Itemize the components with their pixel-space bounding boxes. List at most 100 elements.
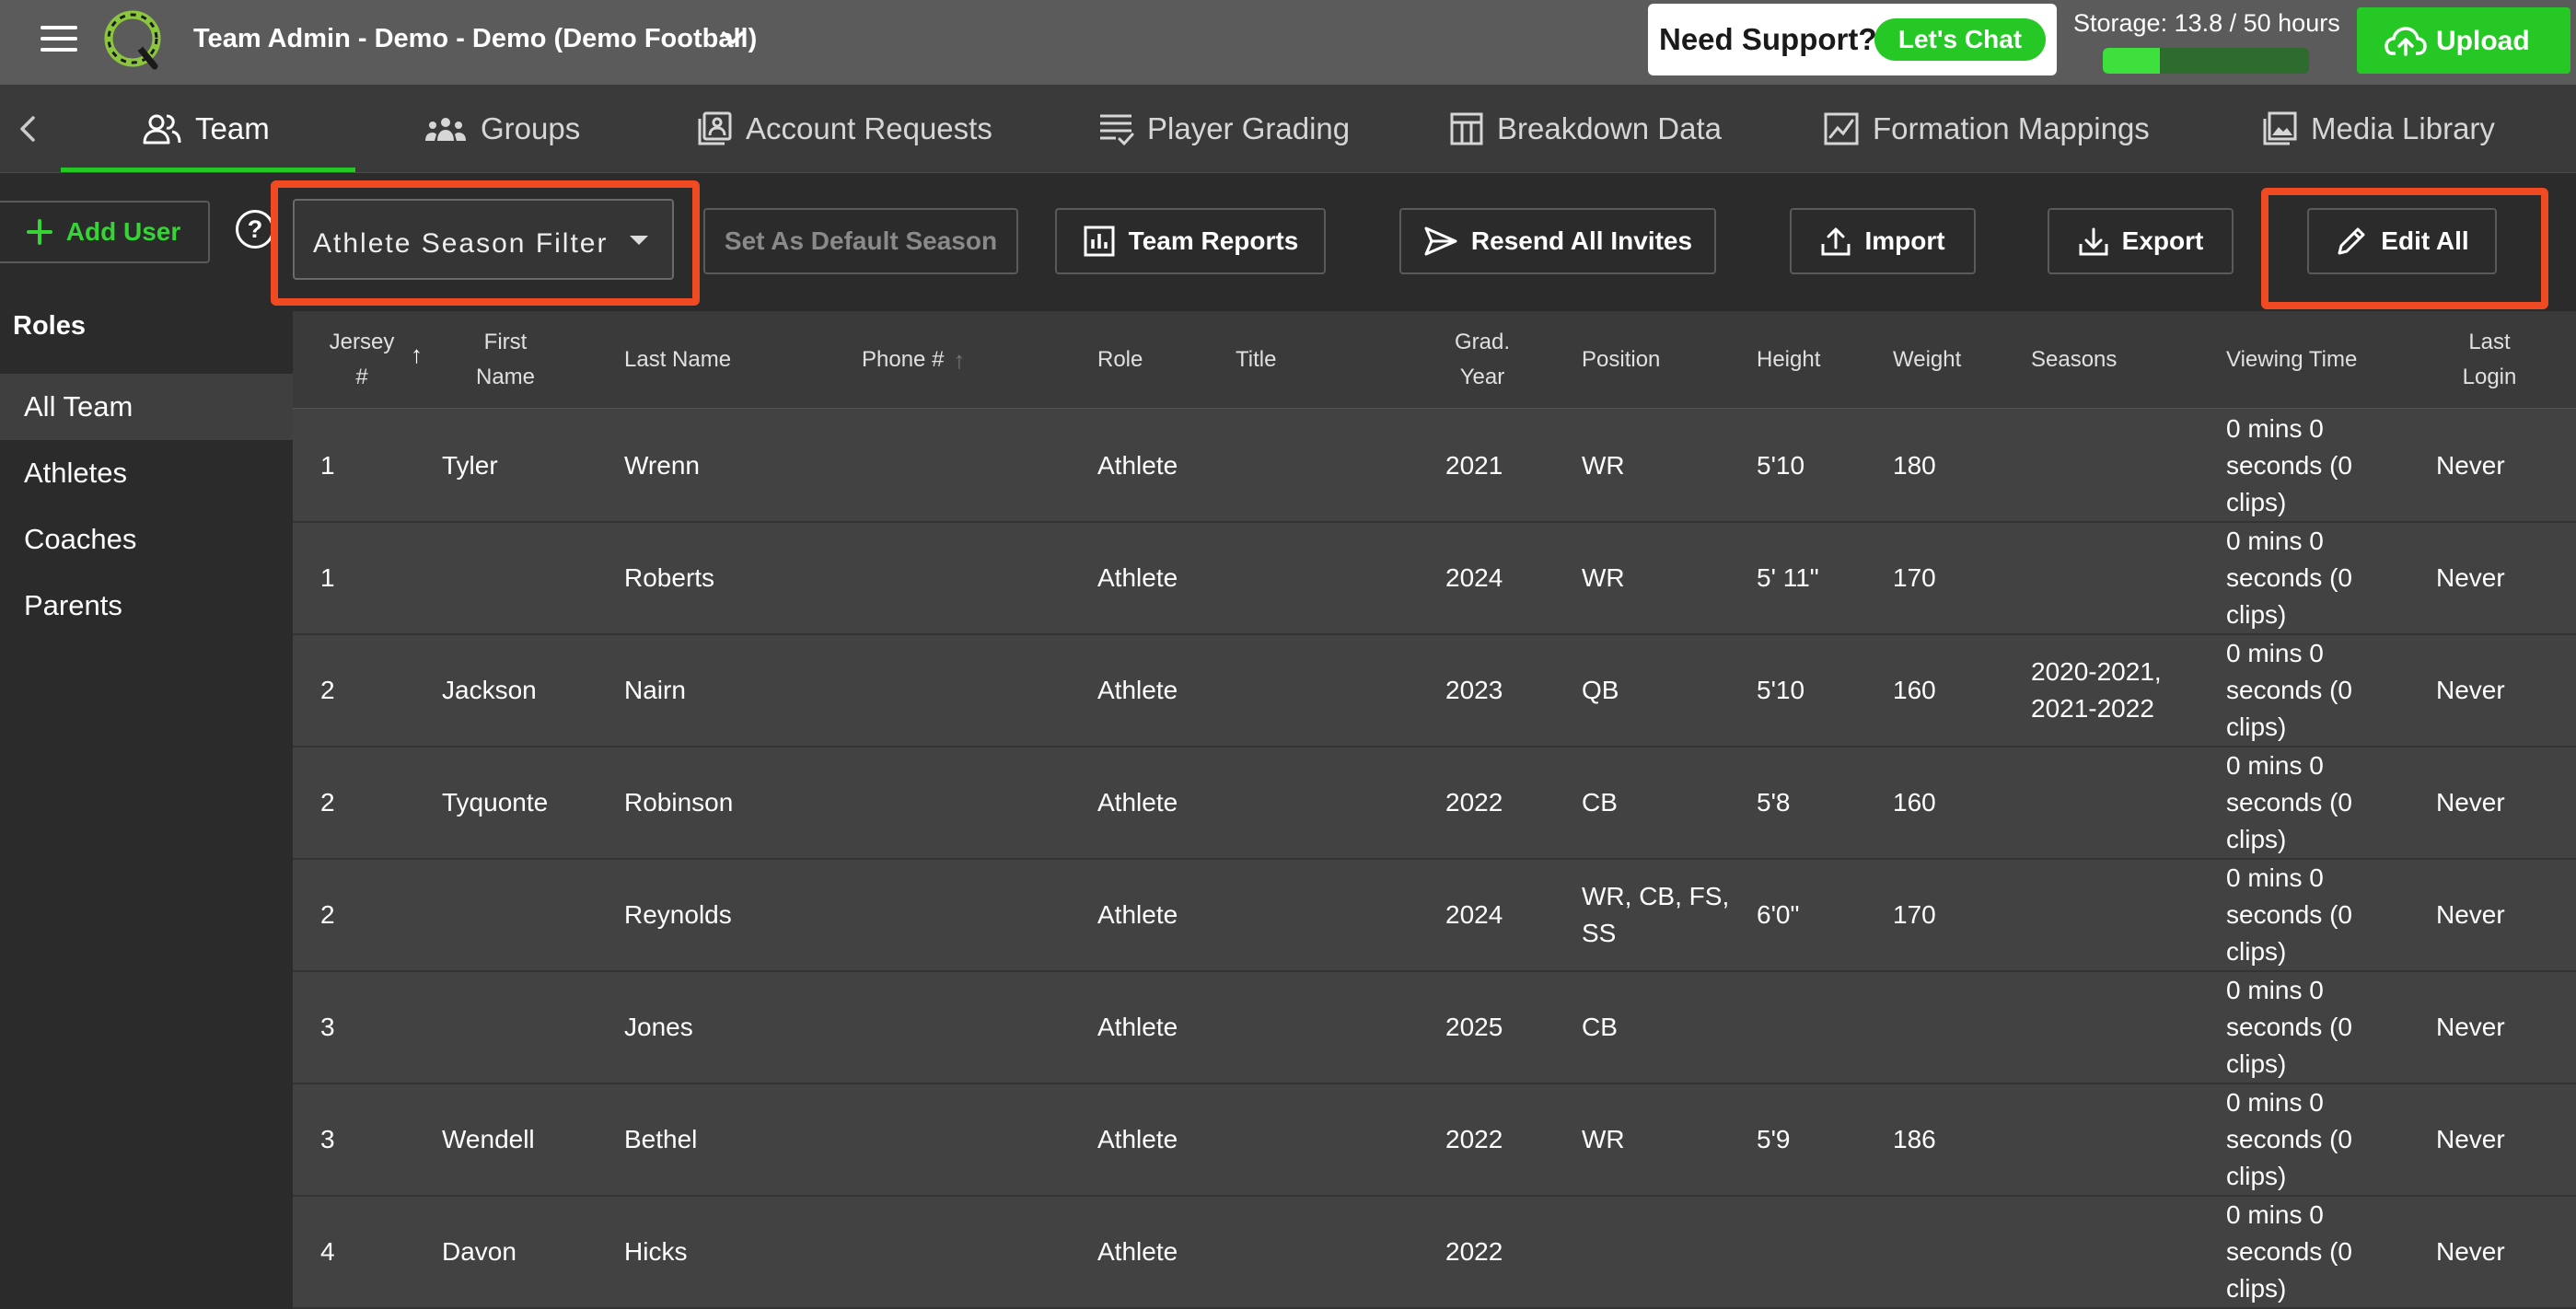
table-row[interactable]: 4 Davon Hicks Athlete 2022 0 mins 0 seconds (… — [293, 1197, 2576, 1309]
cell-title — [1236, 747, 1420, 858]
column-header-viewing-time[interactable]: Viewing Time — [2226, 311, 2357, 409]
tab-bar: Team Groups Account Requests Player Grad… — [0, 85, 2576, 173]
table-row[interactable]: 3 Wendell Bethel Athlete 2022 WR 5'9 186 0 mins … — [293, 1084, 2576, 1197]
cell-last: Wrenn — [624, 451, 700, 480]
edit-all-highlight — [2261, 188, 2548, 309]
help-icon[interactable]: ? — [236, 210, 274, 249]
cell-last: Hicks — [624, 1237, 688, 1266]
cell-role: Athlete — [1097, 1237, 1178, 1266]
table-row[interactable]: 2 Jackson Nairn Athlete 2023 QB 5'10 160 2020-20… — [293, 635, 2576, 747]
column-header-last-login[interactable]: Last Login — [2443, 311, 2535, 409]
cell-weight: 160 — [1893, 788, 1936, 817]
cell-first: Wendell — [442, 1125, 535, 1153]
app-logo-icon[interactable] — [101, 7, 164, 70]
column-header-label: Phone # — [862, 347, 945, 372]
sort-ascending-icon[interactable]: ↑ — [411, 341, 423, 369]
cell-title — [1236, 523, 1420, 633]
plus-icon — [26, 219, 52, 245]
column-header-position[interactable]: Position — [1582, 311, 1660, 409]
cell-title — [1236, 972, 1420, 1083]
cell-phone — [862, 1084, 1083, 1195]
column-header-seasons[interactable]: Seasons — [2031, 311, 2117, 409]
cell-viewing: 0 mins 0 seconds (0 clips) — [2226, 1200, 2352, 1303]
tab-formation-mappings[interactable]: Formation Mappings — [1823, 85, 2150, 173]
cell-jersey: 3 — [320, 1013, 335, 1041]
table-row[interactable]: 1 Roberts Athlete 2024 WR 5' 11" 170 0 mins 0 s… — [293, 523, 2576, 635]
sidebar-item-athletes[interactable]: Athletes — [0, 440, 293, 506]
groups-icon — [425, 118, 466, 141]
cell-login: Never — [2436, 1125, 2505, 1153]
add-user-button[interactable]: Add User — [0, 201, 210, 263]
storage-progress-bar — [2103, 48, 2309, 74]
cell-viewing: 0 mins 0 seconds (0 clips) — [2226, 414, 2352, 516]
column-header-grad-year[interactable]: Grad. Year — [1445, 311, 1519, 409]
chevron-left-icon[interactable] — [17, 112, 39, 145]
cell-position: QB — [1582, 676, 1619, 704]
import-button[interactable]: Import — [1790, 208, 1976, 274]
tab-label: Breakdown Data — [1497, 111, 1722, 145]
tab-breakdown-data[interactable]: Breakdown Data — [1449, 85, 1722, 173]
team-reports-button[interactable]: Team Reports — [1055, 208, 1326, 274]
tab-team[interactable]: Team — [142, 85, 270, 173]
cell-grad: 2021 — [1445, 451, 1503, 480]
cell-weight — [1893, 972, 2022, 1083]
column-header-label: Height — [1757, 347, 1821, 372]
cell-role: Athlete — [1097, 1013, 1178, 1041]
export-button[interactable]: Export — [2048, 208, 2234, 274]
chevron-down-icon[interactable] — [720, 28, 746, 50]
cell-role: Athlete — [1097, 676, 1178, 704]
cell-jersey: 2 — [320, 676, 335, 704]
cell-last: Bethel — [624, 1125, 698, 1153]
cell-weight: 180 — [1893, 451, 1936, 480]
add-user-label: Add User — [65, 217, 181, 246]
column-header-weight[interactable]: Weight — [1893, 311, 1961, 409]
upload-button[interactable]: Upload — [2357, 7, 2570, 74]
resend-invites-label: Resend All Invites — [1470, 226, 1693, 255]
table-row[interactable]: 2 Tyquonte Robinson Athlete 2022 CB 5'8 160 0 mi… — [293, 747, 2576, 860]
column-header-phone[interactable]: Phone # ↑ — [862, 311, 965, 409]
sort-icon[interactable]: ↑ — [953, 342, 965, 377]
column-header-height[interactable]: Height — [1757, 311, 1820, 409]
table-row[interactable]: 1 Tyler Wrenn Athlete 2021 WR 5'10 180 0 mins 0 … — [293, 411, 2576, 523]
cell-last: Robinson — [624, 788, 734, 817]
tab-account-requests[interactable]: Account Requests — [696, 85, 992, 173]
team-selector-title[interactable]: Team Admin - Demo - Demo (Demo Football) — [193, 24, 757, 54]
sidebar-item-parents[interactable]: Parents — [0, 573, 293, 639]
cell-login: Never — [2436, 676, 2505, 704]
tab-label: Formation Mappings — [1873, 111, 2150, 145]
tab-media-library[interactable]: Media Library — [2261, 85, 2495, 173]
cell-role: Athlete — [1097, 1125, 1178, 1153]
column-header-last-name[interactable]: Last Name — [624, 311, 731, 409]
sidebar-item-coaches[interactable]: Coaches — [0, 506, 293, 573]
media-icon — [2263, 111, 2297, 145]
column-header-role[interactable]: Role — [1097, 311, 1143, 409]
active-tab-indicator — [61, 168, 355, 172]
cell-viewing: 0 mins 0 seconds (0 clips) — [2226, 863, 2352, 966]
sidebar-item-all-team[interactable]: All Team — [0, 374, 293, 440]
upload-icon — [1821, 227, 1851, 256]
set-default-season-button[interactable]: Set As Default Season — [703, 208, 1018, 274]
cell-jersey: 1 — [320, 451, 335, 480]
cell-seasons — [2031, 972, 2215, 1083]
cell-weight: 170 — [1893, 563, 1936, 592]
cell-position: WR — [1582, 451, 1625, 480]
cell-first: Jackson — [442, 676, 537, 704]
cell-position — [1582, 1197, 1747, 1307]
account-requests-icon — [698, 111, 732, 145]
tab-groups[interactable]: Groups — [424, 85, 580, 173]
cell-role: Athlete — [1097, 451, 1178, 480]
team-table: Jersey # ↑ First Name Last Name Phone # … — [293, 311, 2576, 1309]
tab-player-grading[interactable]: Player Grading — [1097, 85, 1350, 173]
table-row[interactable]: 3 Jones Athlete 2025 CB 0 mins 0 seconds (0 c… — [293, 972, 2576, 1084]
team-icon — [143, 114, 181, 145]
lets-chat-button[interactable]: Let's Chat — [1874, 18, 2046, 61]
cell-viewing: 0 mins 0 seconds (0 clips) — [2226, 1088, 2352, 1190]
resend-all-invites-button[interactable]: Resend All Invites — [1399, 208, 1716, 274]
hamburger-menu-icon[interactable] — [41, 26, 77, 57]
cell-role: Athlete — [1097, 788, 1178, 817]
column-header-title[interactable]: Title — [1236, 311, 1276, 409]
cell-first — [442, 972, 598, 1083]
column-header-first-name[interactable]: First Name — [464, 311, 547, 409]
table-row[interactable]: 2 Reynolds Athlete 2024 WR, CB, FS, SS 6'0" 17… — [293, 860, 2576, 972]
column-header-jersey[interactable]: Jersey # — [320, 311, 403, 409]
